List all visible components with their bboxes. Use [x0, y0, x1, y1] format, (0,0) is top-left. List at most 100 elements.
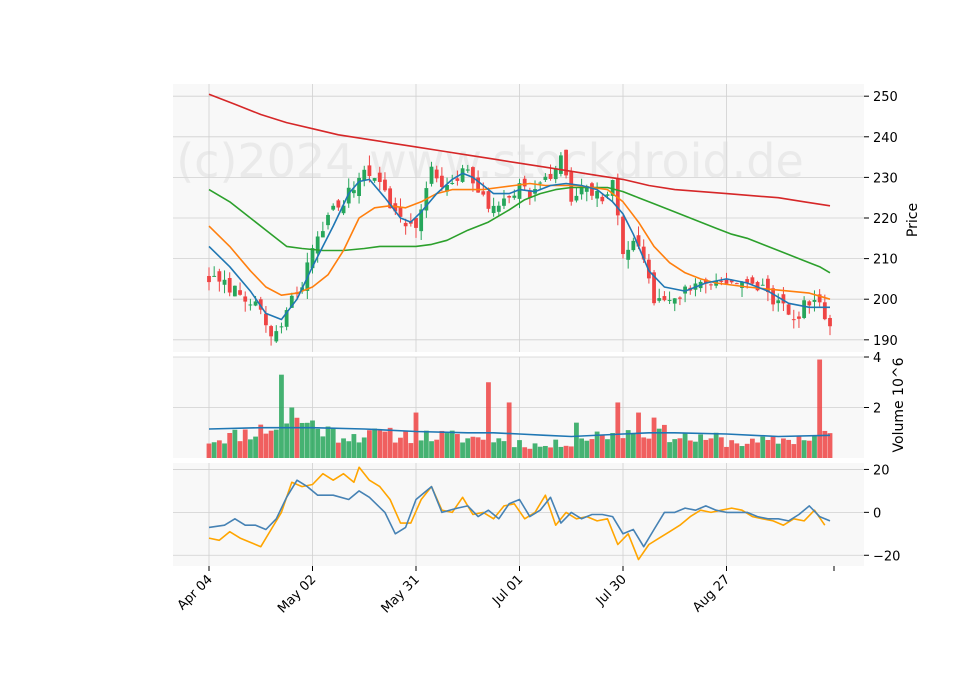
candle — [434, 169, 439, 179]
candle — [450, 182, 455, 184]
volume-bar — [455, 434, 460, 458]
candle — [709, 284, 713, 286]
volume-bar — [542, 445, 548, 458]
candle — [336, 200, 341, 208]
volume-bar — [315, 428, 321, 458]
candle — [564, 149, 568, 176]
volume-bar — [351, 434, 357, 458]
price-axis-label: Price — [905, 203, 921, 237]
volume-bar — [703, 439, 709, 458]
candle — [590, 183, 594, 196]
volume-bar — [470, 436, 476, 458]
candle — [657, 298, 662, 301]
volume-bar — [517, 440, 522, 458]
candle — [626, 249, 631, 260]
candle — [724, 279, 729, 284]
volume-bar — [361, 437, 367, 458]
volume-bar — [817, 359, 823, 458]
volume-bar — [289, 407, 295, 458]
candle — [631, 240, 636, 251]
candle — [491, 205, 496, 214]
volume-bar — [444, 433, 450, 458]
volume-bar — [263, 433, 269, 458]
candle — [274, 331, 279, 342]
candle — [383, 179, 387, 191]
volume-bar — [480, 439, 486, 458]
candle — [367, 165, 372, 177]
candle — [760, 284, 765, 286]
volume-bar — [273, 429, 279, 458]
candle — [507, 196, 512, 198]
volume-bar — [403, 431, 409, 458]
volume-bar — [584, 440, 590, 458]
candle — [232, 285, 237, 297]
volume-bar — [610, 433, 616, 458]
volume-bar — [496, 438, 502, 458]
volume-bar — [677, 438, 683, 458]
candle — [786, 304, 791, 315]
volume-bar — [284, 423, 290, 458]
volume-bar — [620, 438, 626, 458]
volume-bar — [248, 439, 253, 458]
candle — [496, 205, 501, 212]
volume-bar — [335, 442, 341, 458]
volume-bar — [693, 441, 698, 458]
volume-bar — [687, 440, 693, 458]
watermark: (c)2024 www.stockdroid.de — [176, 134, 804, 188]
volume-bar — [532, 443, 538, 458]
volume-bar — [356, 442, 362, 458]
volume-bar — [801, 440, 807, 458]
volume-bar — [791, 444, 797, 458]
stock-chart: (c)2024 www.stockdroid.de Apr 04 May 02 Ma… — [173, 84, 921, 616]
price-tick-label: 230 — [873, 171, 898, 186]
x-tick-label: Jul 30 — [593, 572, 630, 609]
volume-bar — [708, 438, 714, 458]
volume-bar — [718, 437, 724, 458]
volume-bar — [770, 435, 776, 458]
volume-bar — [367, 430, 372, 458]
candle — [439, 175, 444, 187]
volume-bar — [636, 412, 641, 458]
candle — [512, 195, 517, 198]
volume-bar — [713, 432, 719, 458]
x-tick-label: May 02 — [275, 572, 319, 616]
candle — [403, 222, 408, 227]
candle — [269, 326, 273, 337]
volume-axis-label: Volume 10^6 — [891, 357, 907, 452]
candle — [227, 277, 232, 293]
volume-bar — [548, 447, 553, 458]
x-tick-label: Aug 27 — [690, 572, 733, 615]
volume-bar — [682, 432, 688, 458]
volume-bar — [558, 446, 564, 458]
candle — [264, 313, 268, 326]
candle — [212, 275, 217, 277]
candle — [734, 283, 739, 285]
x-tick-label: May 31 — [379, 572, 423, 616]
volume-bar — [434, 439, 440, 458]
volume-bar — [760, 436, 766, 458]
volume-bar — [232, 429, 238, 458]
volume-bar — [755, 442, 760, 458]
volume-bar — [258, 424, 264, 458]
candle — [667, 299, 672, 301]
volume-bar — [744, 443, 750, 458]
volume-bar — [749, 438, 755, 458]
candle — [719, 280, 724, 282]
volume-bar — [641, 437, 647, 458]
volume-bar — [475, 437, 481, 458]
candle — [678, 297, 682, 299]
candle — [455, 178, 460, 181]
oscillator-tick-label: −20 — [873, 549, 900, 564]
volume-bar — [667, 442, 672, 458]
candle — [595, 190, 600, 199]
volume-bar — [579, 438, 584, 458]
volume-bar — [222, 443, 227, 458]
volume-bar — [268, 430, 274, 458]
volume-bar — [460, 442, 465, 458]
candle — [559, 155, 563, 174]
volume-bar — [827, 433, 833, 458]
candle — [538, 182, 543, 184]
volume-bar — [615, 402, 621, 458]
volume-bar — [216, 440, 222, 458]
volume-bar — [408, 443, 414, 458]
